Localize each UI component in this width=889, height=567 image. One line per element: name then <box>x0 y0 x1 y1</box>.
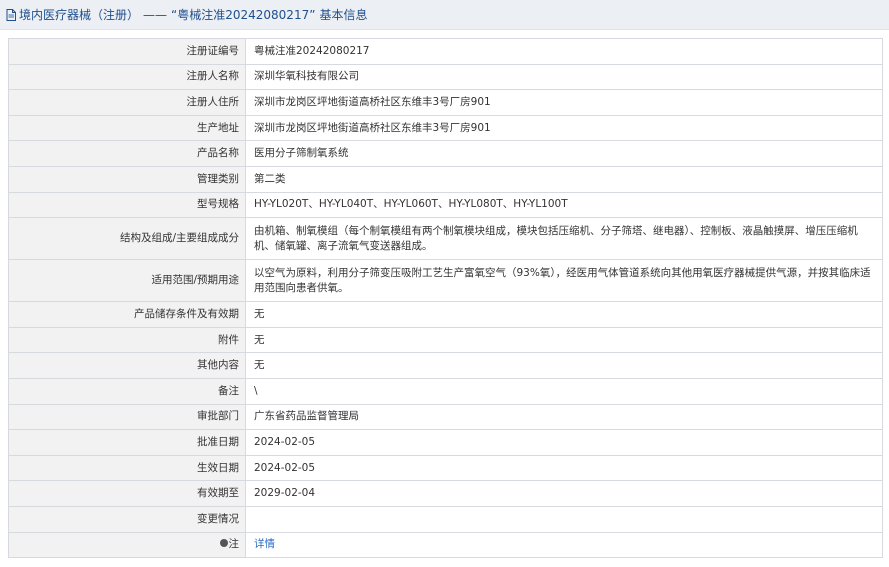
info-row: 变更情况 <box>8 505 883 533</box>
header-category: 境内医疗器械（注册） <box>19 8 140 22</box>
info-row: 批准日期 2024-02-05 <box>8 429 883 456</box>
note-value-cell: 详情 <box>245 531 883 559</box>
row-value: HY-YL020T、HY-YL040T、HY-YL060T、HY-YL080T、… <box>245 191 883 219</box>
row-label: 适用范围/预期用途 <box>8 259 246 303</box>
info-row: 注册人名称 深圳华氧科技有限公司 <box>8 63 883 91</box>
row-label: 产品名称 <box>8 140 246 167</box>
info-row: 附件无 <box>8 326 883 354</box>
header-separator: —— <box>143 7 168 22</box>
page-header: 境内医疗器械（注册） —— “粤械注准20242080217” 基本信息 <box>0 0 889 30</box>
row-label: 型号规格 <box>8 191 246 219</box>
document-icon <box>6 8 16 21</box>
row-value: 广东省药品监督管理局 <box>245 403 883 431</box>
row-label: 批准日期 <box>8 429 246 456</box>
info-row: 管理类别 第二类 <box>8 165 883 193</box>
row-label: 注册人名称 <box>8 63 246 91</box>
row-value: 2024-02-05 <box>245 429 883 456</box>
row-value: 2024-02-05 <box>245 454 883 482</box>
row-label: 审批部门 <box>8 403 246 431</box>
note-row: 注 详情 <box>8 531 883 559</box>
info-row: 审批部门 广东省药品监督管理局 <box>8 403 883 431</box>
row-value: 深圳市龙岗区坪地街道高桥社区东维丰3号厂房901 <box>245 114 883 142</box>
row-value: 第二类 <box>245 165 883 193</box>
details-link[interactable]: 详情 <box>254 538 275 550</box>
row-label: 管理类别 <box>8 165 246 193</box>
row-label: 产品储存条件及有效期 <box>8 301 246 328</box>
row-value: 无 <box>245 326 883 354</box>
row-value: \ <box>245 377 883 405</box>
info-row: 产品储存条件及有效期无 <box>8 301 883 328</box>
info-row: 备注 \ <box>8 377 883 405</box>
row-value: 深圳市龙岗区坪地街道高桥社区东维丰3号厂房901 <box>245 89 883 116</box>
info-row: 有效期至 2029-02-04 <box>8 480 883 507</box>
header-suffix: 基本信息 <box>319 8 368 22</box>
row-label: 有效期至 <box>8 480 246 507</box>
info-row: 生效日期 2024-02-05 <box>8 454 883 482</box>
row-label: 备注 <box>8 377 246 405</box>
header-registration-title: “粤械注准20242080217” <box>171 8 316 22</box>
row-label: 结构及组成/主要组成成分 <box>8 217 246 261</box>
info-row: 注册人住所 深圳市龙岗区坪地街道高桥社区东维丰3号厂房901 <box>8 89 883 116</box>
row-label: 变更情况 <box>8 505 246 533</box>
row-value: 以空气为原料，利用分子筛变压吸附工艺生产富氧空气（93%氧），经医用气体管道系统… <box>245 259 883 303</box>
info-row: 产品名称 医用分子筛制氧系统 <box>8 140 883 167</box>
info-row: 型号规格 HY-YL020T、HY-YL040T、HY-YL060T、HY-YL0… <box>8 191 883 219</box>
registration-info-table: 注册证编号 粤械注准20242080217 注册人名称 深圳华氧科技有限公司 注册人住所… <box>8 38 883 559</box>
row-label: 注册证编号 <box>8 38 246 65</box>
info-row: 注册证编号 粤械注准20242080217 <box>8 38 883 65</box>
row-value: 深圳华氧科技有限公司 <box>245 63 883 91</box>
row-value <box>245 505 883 533</box>
info-row: 适用范围/预期用途 以空气为原料，利用分子筛变压吸附工艺生产富氧空气（93%氧），… <box>8 259 883 303</box>
row-label: 其他内容 <box>8 352 246 379</box>
pin-icon <box>219 539 228 548</box>
row-value: 无 <box>245 352 883 379</box>
row-value: 医用分子筛制氧系统 <box>245 140 883 167</box>
row-label: 生效日期 <box>8 454 246 482</box>
row-label: 生产地址 <box>8 114 246 142</box>
note-label-cell: 注 <box>8 531 246 559</box>
row-value: 2029-02-04 <box>245 480 883 507</box>
info-row: 其他内容无 <box>8 352 883 379</box>
row-value: 由机箱、制氧模组（每个制氧模组有两个制氧模块组成，模块包括压缩机、分子筛塔、继电… <box>245 217 883 261</box>
note-label: 注 <box>228 538 240 551</box>
row-value: 粤械注准20242080217 <box>245 38 883 65</box>
row-label: 注册人住所 <box>8 89 246 116</box>
info-row: 生产地址 深圳市龙岗区坪地街道高桥社区东维丰3号厂房901 <box>8 114 883 142</box>
row-value: 无 <box>245 301 883 328</box>
row-label: 附件 <box>8 326 246 354</box>
info-row: 结构及组成/主要组成成分 由机箱、制氧模组（每个制氧模组有两个制氧模块组成，模块包… <box>8 217 883 261</box>
